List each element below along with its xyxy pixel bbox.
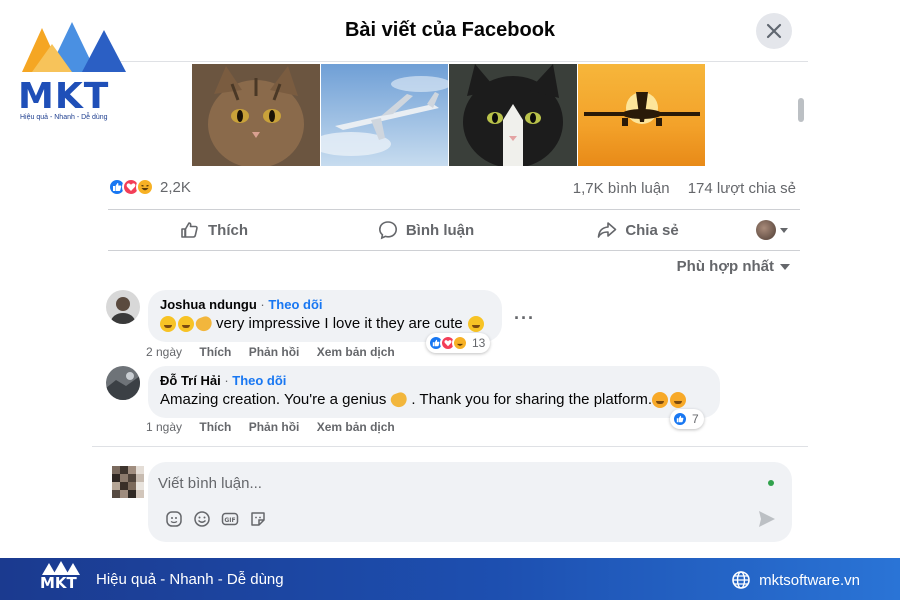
comment-label: Bình luận — [405, 221, 475, 239]
photo-cat-tabby[interactable] — [192, 64, 320, 166]
logo-tagline: Hiệu quả - Nhanh - Dễ dùng — [20, 114, 108, 121]
reaction-count: 2,2K — [160, 178, 191, 196]
haha-reaction-icon — [452, 335, 468, 351]
comment-time[interactable]: 1 ngày — [146, 420, 182, 434]
footer-banner: MKT Hiệu quả - Nhanh - Dễ dùng mktsoftwa… — [0, 558, 900, 600]
see-translation-button[interactable]: Xem bản dịch — [317, 420, 395, 434]
share-button[interactable]: Chia sẻ — [532, 210, 744, 250]
reaction-count: 7 — [692, 412, 699, 426]
mkt-logo: MKT Hiệu quả - Nhanh - Dễ dùng — [12, 14, 134, 126]
avatar[interactable] — [106, 290, 140, 324]
avatar[interactable] — [106, 366, 140, 400]
see-translation-button[interactable]: Xem bản dịch — [317, 345, 395, 359]
comment-text: very impressive I love it they are cute — [216, 315, 463, 332]
haha-reaction-icon — [136, 178, 154, 196]
post-as-selector[interactable] — [744, 210, 800, 250]
post-stats: 2,2K 1,7K bình luận 174 lượt chia sẻ — [108, 174, 796, 202]
svg-text:GIF: GIF — [224, 517, 235, 524]
logo-text: MKT — [18, 76, 110, 117]
modal-header: Bài viết của Facebook — [92, 0, 808, 62]
comment-like-button[interactable]: Thích — [199, 420, 231, 434]
like-label: Thích — [208, 221, 248, 239]
grin-emoji-icon — [178, 315, 194, 332]
sticker-icon — [251, 512, 265, 526]
engagement-stats: 1,7K bình luận 174 lượt chia sẻ — [559, 180, 796, 197]
avatar — [756, 220, 776, 240]
logo-mark-icon — [22, 22, 126, 72]
send-icon — [759, 511, 775, 527]
share-icon — [598, 222, 617, 238]
reaction-summary[interactable]: 2,2K — [108, 178, 191, 196]
reaction-count: 13 — [472, 336, 486, 350]
photo-airplane-sunset[interactable] — [577, 64, 705, 166]
footer-logo: MKT — [40, 561, 82, 597]
comment-composer: GIF — [148, 462, 792, 542]
follow-link[interactable]: Theo dõi — [232, 373, 286, 388]
comment-reply-button[interactable]: Phản hồi — [249, 420, 300, 434]
grin-emoji-icon — [160, 315, 176, 332]
send-button[interactable] — [756, 508, 778, 530]
comment-sort-dropdown[interactable]: Phù hợp nhất — [677, 258, 790, 275]
like-button[interactable]: Thích — [108, 210, 320, 250]
follow-link[interactable]: Theo dõi — [268, 297, 322, 312]
footer-website[interactable]: mktsoftware.vn — [731, 570, 860, 590]
comment-author[interactable]: Joshua ndungu — [160, 297, 257, 312]
kiss-emoji-icon — [670, 391, 687, 408]
post-actions: Thích Bình luận Chia sẻ — [108, 210, 800, 250]
close-icon — [766, 23, 782, 39]
divider — [108, 250, 800, 251]
avatar-sticker-icon — [166, 511, 182, 527]
thumbs-up-icon — [181, 222, 198, 238]
divider — [92, 446, 808, 447]
kiss-emoji-icon — [652, 391, 669, 408]
post-modal: Bài viết của Facebook 2,2K 1,7K bình luậ… — [92, 0, 808, 558]
comment-reactions[interactable]: 13 — [426, 333, 491, 353]
clap-emoji-icon — [389, 390, 410, 409]
grin-emoji-icon — [467, 315, 484, 332]
more-options-icon[interactable]: ··· — [514, 308, 535, 329]
gif-icon: GIF — [221, 512, 239, 526]
clap-emoji-icon — [194, 314, 214, 333]
comment-meta: 1 ngày Thích Phản hồi Xem bản dịch — [146, 420, 395, 434]
share-count[interactable]: 174 lượt chia sẻ — [688, 180, 796, 197]
emoji-icon — [194, 511, 210, 527]
chevron-down-icon — [780, 263, 790, 270]
scrollbar-thumb[interactable] — [798, 98, 804, 122]
sticker-button[interactable] — [244, 508, 272, 530]
comment-author[interactable]: Đỗ Trí Hải — [160, 373, 221, 388]
comment-reactions[interactable]: 7 — [670, 409, 704, 429]
comment-text: . Thank you for sharing the platform. — [411, 391, 653, 408]
photo-cat-black-white[interactable] — [449, 64, 577, 166]
comment-count[interactable]: 1,7K bình luận — [573, 180, 670, 197]
share-label: Chia sẻ — [625, 221, 679, 239]
like-reaction-icon — [672, 411, 688, 427]
comment-input[interactable] — [158, 472, 738, 494]
composer-tools: GIF — [160, 508, 272, 530]
photo-airplane-sky[interactable] — [320, 64, 448, 166]
logo-mark-icon — [42, 561, 80, 575]
sort-label: Phù hợp nhất — [676, 258, 774, 275]
avatar — [112, 466, 144, 500]
comment-icon — [378, 221, 397, 240]
online-status-icon — [768, 480, 774, 486]
globe-icon — [732, 571, 750, 589]
footer-tagline: Hiệu quả - Nhanh - Dễ dùng — [96, 571, 284, 588]
comment-time[interactable]: 2 ngày — [146, 345, 182, 359]
comment-reply-button[interactable]: Phản hồi — [249, 345, 300, 359]
comment-button[interactable]: Bình luận — [320, 210, 532, 250]
gif-button[interactable]: GIF — [216, 508, 244, 530]
close-button[interactable] — [756, 13, 792, 49]
footer-logo-text: MKT — [40, 574, 77, 592]
avatar-sticker-button[interactable] — [160, 508, 188, 530]
comment-bubble: Đỗ Trí Hải · Theo dõi Amazing creation. … — [148, 366, 720, 418]
website-url[interactable]: mktsoftware.vn — [759, 572, 860, 589]
comment-like-button[interactable]: Thích — [199, 345, 231, 359]
post-photos — [192, 64, 706, 166]
chevron-down-icon — [780, 227, 788, 233]
comment-meta: 2 ngày Thích Phản hồi Xem bản dịch — [146, 345, 395, 359]
emoji-button[interactable] — [188, 508, 216, 530]
comment-text: Amazing creation. You're a genius — [160, 391, 387, 408]
modal-title: Bài viết của Facebook — [344, 19, 556, 41]
